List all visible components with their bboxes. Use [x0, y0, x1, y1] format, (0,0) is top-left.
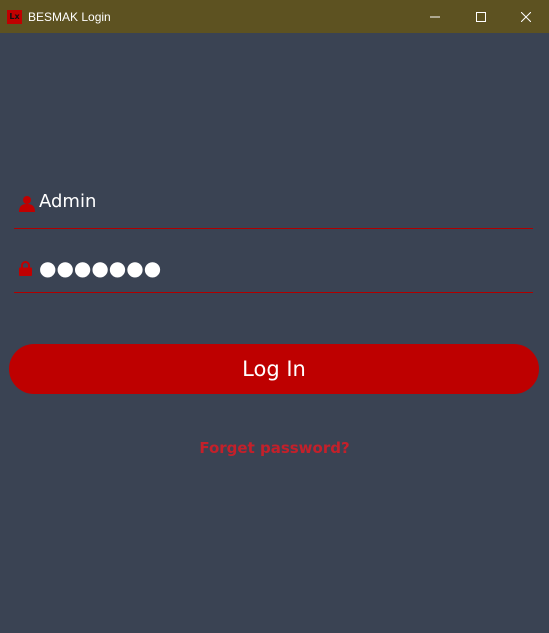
- password-value: ●●●●●●●: [39, 256, 162, 280]
- close-button[interactable]: [503, 0, 549, 33]
- title-bar: Lx BESMAK Login: [0, 0, 549, 33]
- window-title: BESMAK Login: [28, 10, 111, 24]
- maximize-icon: [476, 11, 486, 22]
- close-icon: [521, 11, 531, 22]
- app-icon: Lx: [7, 10, 22, 24]
- user-icon: [19, 196, 35, 212]
- minimize-icon: [430, 16, 440, 17]
- password-field[interactable]: ●●●●●●●: [14, 252, 533, 293]
- username-value: Admin: [39, 191, 97, 212]
- login-button[interactable]: Log In: [9, 344, 539, 394]
- lock-icon: [19, 261, 32, 276]
- minimize-button[interactable]: [412, 0, 458, 33]
- forgot-password-link[interactable]: Forget password?: [0, 439, 549, 457]
- username-field[interactable]: Admin: [14, 186, 533, 229]
- maximize-button[interactable]: [458, 0, 504, 33]
